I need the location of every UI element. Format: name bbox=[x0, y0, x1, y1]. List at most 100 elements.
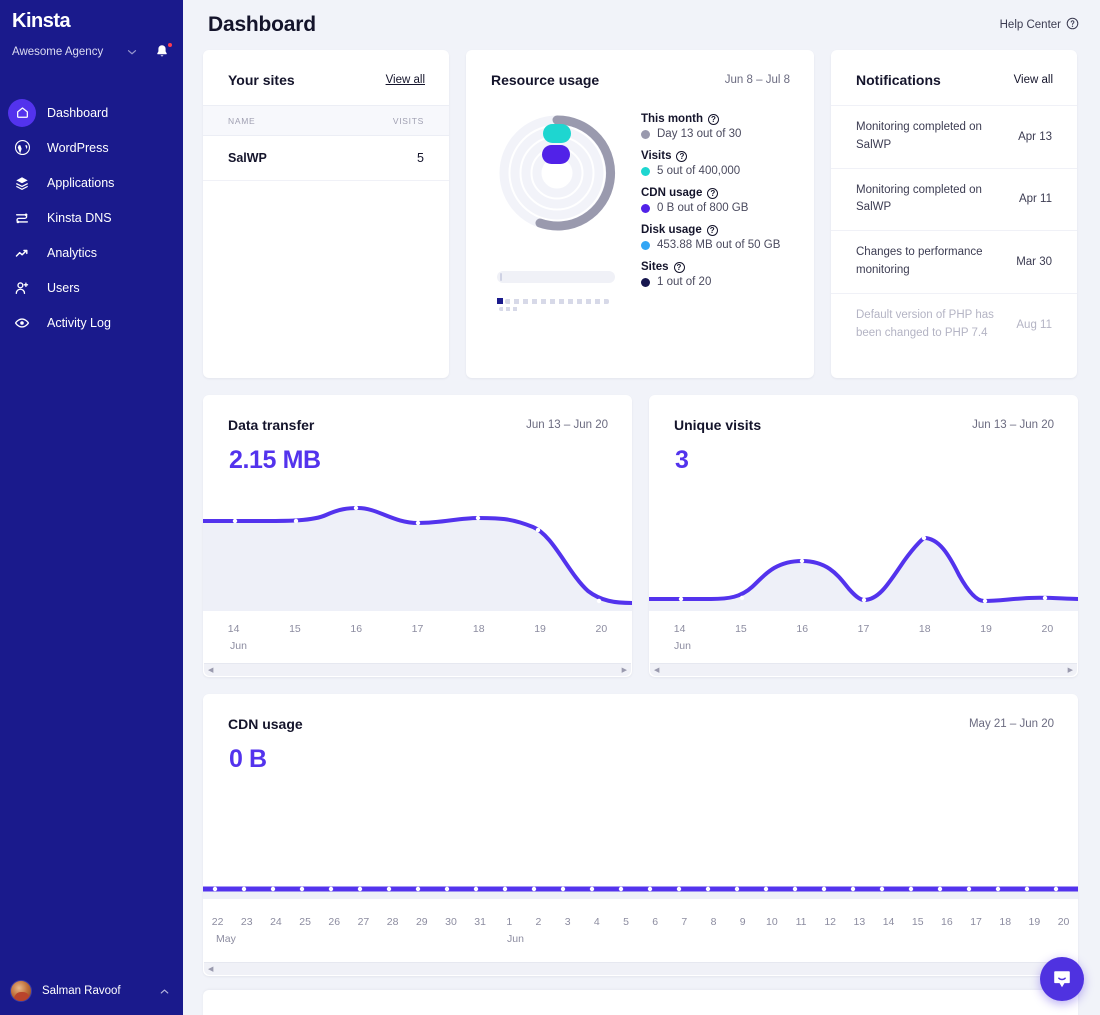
metric-color-dot bbox=[641, 167, 650, 176]
axis-tick: 6 bbox=[641, 916, 670, 928]
sidebar-item-dashboard[interactable]: Dashboard bbox=[0, 95, 183, 130]
chat-bubble-icon bbox=[1051, 968, 1073, 990]
donut-cdn-segment bbox=[542, 145, 570, 164]
sidebar-item-label: Dashboard bbox=[47, 106, 108, 120]
cdn-row: CDN usage May 21 – Jun 20 0 B bbox=[203, 694, 1080, 976]
axis-tick: 18 bbox=[448, 623, 509, 635]
unique-visits-x-axis: 14 15 16 17 18 19 20 bbox=[649, 623, 1078, 635]
resource-usage-card: Resource usage Jun 8 – Jul 8 bbox=[466, 50, 814, 378]
column-header-name: NAME bbox=[228, 116, 393, 126]
notifications-bell-icon[interactable] bbox=[153, 43, 171, 61]
your-sites-table-header: NAME VISITS bbox=[203, 105, 449, 136]
your-sites-header: Your sites View all bbox=[203, 50, 449, 105]
data-transfer-month-label: Jun bbox=[230, 640, 247, 652]
axis-tick: 20 bbox=[1049, 916, 1078, 928]
sidebar-item-kinsta-dns[interactable]: Kinsta DNS bbox=[0, 200, 183, 235]
topbar: Dashboard Help Center bbox=[183, 0, 1100, 50]
axis-tick: 23 bbox=[232, 916, 261, 928]
help-center-link[interactable]: Help Center bbox=[1000, 17, 1079, 33]
resource-progress-bar bbox=[497, 271, 615, 283]
scroll-left-arrow-icon[interactable]: ◀ bbox=[208, 965, 213, 973]
layers-icon bbox=[8, 169, 36, 197]
next-card-peek-row bbox=[203, 990, 1080, 1015]
axis-tick: 14 bbox=[649, 623, 710, 635]
intercom-chat-button[interactable] bbox=[1040, 957, 1084, 1001]
axis-tick: 27 bbox=[349, 916, 378, 928]
sidebar-item-label: Kinsta DNS bbox=[47, 211, 112, 225]
user-menu[interactable]: Salman Ravoof bbox=[0, 967, 183, 1015]
notification-text: Changes to performance monitoring bbox=[856, 244, 1016, 280]
help-circle-icon bbox=[1066, 17, 1079, 33]
axis-tick: 17 bbox=[833, 623, 894, 635]
list-item[interactable]: Default version of PHP has been changed … bbox=[831, 293, 1077, 356]
list-item[interactable]: Monitoring completed on SalWP Apr 13 bbox=[831, 105, 1077, 168]
unique-visits-month-label: Jun bbox=[674, 640, 691, 652]
metric-color-dot bbox=[641, 204, 650, 213]
your-sites-view-all-link[interactable]: View all bbox=[386, 74, 425, 86]
sidebar-item-applications[interactable]: Applications bbox=[0, 165, 183, 200]
help-tooltip-icon[interactable]: ? bbox=[707, 225, 718, 236]
sidebar: Kinsta Awesome Agency Dashboard bbox=[0, 0, 183, 1015]
list-item[interactable]: Monitoring completed on SalWP Apr 11 bbox=[831, 168, 1077, 231]
help-tooltip-icon[interactable]: ? bbox=[707, 188, 718, 199]
help-tooltip-icon[interactable]: ? bbox=[676, 151, 687, 162]
site-visits: 5 bbox=[417, 151, 424, 165]
horizontal-scrollbar[interactable]: ◀ ▶ bbox=[204, 663, 631, 676]
notification-date: Mar 30 bbox=[1016, 256, 1052, 268]
axis-tick: 19 bbox=[955, 623, 1016, 635]
notification-date: Apr 11 bbox=[1019, 193, 1052, 205]
notifications-view-all-link[interactable]: View all bbox=[1014, 74, 1053, 86]
notification-badge-dot bbox=[167, 42, 173, 48]
scroll-left-arrow-icon[interactable]: ◀ bbox=[208, 666, 213, 674]
unique-visits-title: Unique visits bbox=[674, 417, 761, 433]
metric-visits: Visits ? 5 out of 400,000 bbox=[641, 150, 792, 177]
scroll-right-arrow-icon[interactable]: ▶ bbox=[622, 666, 627, 674]
dashboard-grid: Your sites View all NAME VISITS SalWP 5 bbox=[183, 50, 1100, 1015]
axis-tick: 2 bbox=[524, 916, 553, 928]
axis-tick: 5 bbox=[611, 916, 640, 928]
agency-switcher[interactable]: Awesome Agency bbox=[0, 33, 183, 63]
metric-color-dot bbox=[641, 241, 650, 250]
notification-date: Apr 13 bbox=[1018, 131, 1052, 143]
data-transfer-header: Data transfer Jun 13 – Jun 20 bbox=[203, 395, 632, 450]
resource-donut-chart bbox=[497, 113, 617, 233]
cdn-usage-x-axis: 22 23 24 25 26 27 28 29 30 31 1 2 3 4 bbox=[203, 916, 1078, 928]
sidebar-item-analytics[interactable]: Analytics bbox=[0, 235, 183, 270]
data-transfer-x-axis: 14 15 16 17 18 19 20 bbox=[203, 623, 632, 635]
page-title: Dashboard bbox=[208, 13, 316, 37]
metric-cdn-usage: CDN usage ? 0 B out of 800 GB bbox=[641, 187, 792, 214]
axis-tick: 22 bbox=[203, 916, 232, 928]
scroll-left-arrow-icon[interactable]: ◀ bbox=[654, 666, 659, 674]
notification-date: Aug 11 bbox=[1016, 319, 1052, 331]
help-tooltip-icon[interactable]: ? bbox=[708, 114, 719, 125]
chevron-down-icon[interactable] bbox=[125, 45, 139, 59]
avatar bbox=[10, 980, 32, 1002]
sidebar-item-wordpress[interactable]: WordPress bbox=[0, 130, 183, 165]
notifications-card: Notifications View all Monitoring comple… bbox=[831, 50, 1077, 378]
metric-color-dot bbox=[641, 278, 650, 287]
metric-label: Disk usage bbox=[641, 224, 702, 236]
kinsta-logo: Kinsta bbox=[12, 10, 183, 33]
axis-tick: 18 bbox=[991, 916, 1020, 928]
horizontal-scrollbar[interactable]: ◀ ▶ bbox=[204, 962, 1077, 975]
resource-mini-legend bbox=[497, 298, 641, 304]
resource-usage-date-range: Jun 8 – Jul 8 bbox=[725, 74, 790, 86]
metric-disk-usage: Disk usage ? 453.88 MB out of 50 GB bbox=[641, 224, 792, 251]
help-tooltip-icon[interactable]: ? bbox=[674, 262, 685, 273]
sidebar-item-users[interactable]: Users bbox=[0, 270, 183, 305]
cdn-usage-month-label-mid: Jun bbox=[507, 933, 524, 945]
sidebar-item-activity-log[interactable]: Activity Log bbox=[0, 305, 183, 340]
scroll-right-arrow-icon[interactable]: ▶ bbox=[1068, 666, 1073, 674]
chevron-up-icon[interactable] bbox=[158, 985, 171, 998]
wordpress-icon bbox=[8, 134, 36, 162]
axis-tick: 16 bbox=[326, 623, 387, 635]
axis-tick: 12 bbox=[816, 916, 845, 928]
list-item[interactable]: Changes to performance monitoring Mar 30 bbox=[831, 230, 1077, 293]
axis-tick: 17 bbox=[961, 916, 990, 928]
unique-visits-card: Unique visits Jun 13 – Jun 20 3 bbox=[649, 395, 1078, 677]
unique-visits-plot bbox=[649, 503, 1078, 611]
axis-tick: 19 bbox=[509, 623, 570, 635]
table-row[interactable]: SalWP 5 bbox=[203, 136, 449, 181]
cdn-usage-date-range: May 21 – Jun 20 bbox=[969, 718, 1054, 730]
horizontal-scrollbar[interactable]: ◀ ▶ bbox=[650, 663, 1077, 676]
